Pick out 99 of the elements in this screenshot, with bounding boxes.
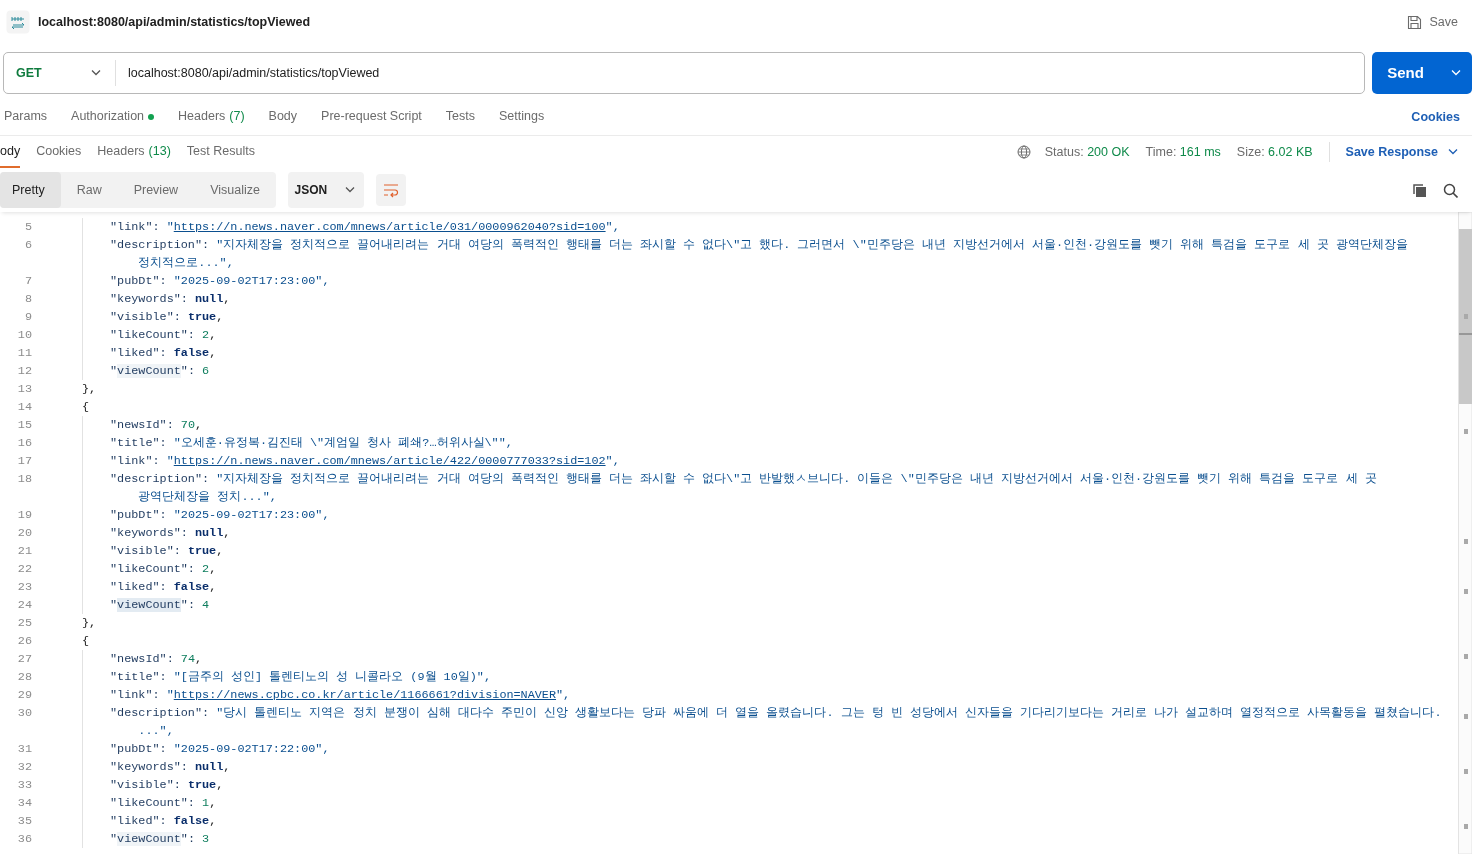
request-tab[interactable]: Settings [499, 100, 545, 135]
code-line: "link": "https://n.news.naver.com/mnews/article/422/0000777033?sid=102", [110, 453, 621, 470]
code-line: "pubDt": "2025-09-02T17:23:00", [110, 273, 331, 290]
line-number: 21 [16, 543, 32, 560]
line-number: 15 [16, 417, 32, 434]
line-number: 35 [16, 813, 32, 830]
line-number: 18 [16, 471, 32, 488]
code-line: "likeCount": 1, [110, 795, 218, 812]
code-line: "link": "https://n.news.naver.com/mnews/article/031/0000962040?sid=100", [110, 219, 621, 236]
line-number: 31 [16, 741, 32, 758]
scrollbar[interactable] [1458, 212, 1472, 854]
code-line: "keywords": null, [110, 759, 232, 776]
code-line: "visible": true, [110, 543, 225, 560]
code-link[interactable]: https://news.cpbc.co.kr/article/1166661?division=NAVER [173, 688, 557, 702]
request-tab[interactable]: Pre-request Script [321, 100, 422, 135]
line-number: 7 [23, 273, 32, 290]
code-line: }, [82, 615, 98, 632]
save-response-button[interactable]: Save Response [1345, 142, 1460, 162]
code-line: "link": "https://news.cpbc.co.kr/article/1166661?division=NAVER", [110, 687, 572, 704]
search-icon[interactable] [1443, 182, 1458, 198]
code-line: "likeCount": 2, [110, 561, 218, 578]
line-number: 23 [16, 579, 32, 596]
response-tab[interactable]: Headers (13) [97, 136, 171, 168]
copy-icon[interactable] [1412, 182, 1427, 198]
line-number: 17 [16, 453, 32, 470]
request-tab[interactable]: Tests [445, 100, 475, 135]
line-number: 8 [23, 291, 32, 308]
code-line: }, [82, 381, 98, 398]
code-line: "pubDt": "2025-09-02T17:23:00", [110, 507, 331, 524]
request-tab[interactable]: Headers (7) [178, 100, 245, 135]
line-number: 34 [16, 795, 32, 812]
code-line: "newsId": 74, [110, 651, 204, 668]
code-line: "title": "오세훈·유정복·김진태 \"계엄일 청사 폐쇄?…허위사실\"", [110, 435, 514, 452]
code-line: "description": "지자체장을 정치적으로 끌어내리려는 거대 여당의 폭력적인 행태를 더는 좌시할 수 없다\"고 반발했ㅅ브니다. 이들은 \"민주당은 내년 지방선거에서 서울·인천·강원도를 뺏기 위해 특검을 도구로 세 곳 광역단체장을 정치...", [110, 471, 1378, 506]
line-number: 19 [16, 507, 32, 524]
code-line: "keywords": null, [110, 291, 232, 308]
line-number: 36 [16, 831, 32, 848]
request-tab[interactable]: Body [268, 100, 298, 135]
cookies-link[interactable]: Cookies [1411, 108, 1460, 127]
code-link[interactable]: https://n.news.naver.com/mnews/article/031/0000962040?sid=100 [173, 220, 606, 234]
status-info: Size: 6.02 KB [1236, 143, 1313, 161]
line-number: 10 [16, 327, 32, 344]
code-line: "keywords": null, [110, 525, 232, 542]
line-number: 11 [16, 345, 32, 362]
view-mode-tab[interactable]: Pretty [0, 172, 61, 208]
code-line: "visible": true, [110, 309, 225, 326]
code-line: "viewCount": 3 [110, 831, 211, 848]
line-number: 26 [16, 633, 32, 650]
request-tab[interactable]: Authorization [71, 100, 155, 135]
line-number: 33 [16, 777, 32, 794]
line-number: 28 [16, 669, 32, 686]
http-request-icon [6, 10, 30, 34]
line-number: 6 [23, 237, 32, 254]
code-line: "viewCount": 4 [110, 597, 211, 614]
line-number: 20 [16, 525, 32, 542]
line-number: 22 [16, 561, 32, 578]
status-info: Status: 200 OK [1044, 143, 1130, 161]
code-line: "liked": false, [110, 345, 218, 362]
code-line: { [82, 633, 91, 650]
request-tab[interactable]: Params [4, 100, 48, 135]
view-mode-tab[interactable]: Visualize [194, 172, 276, 208]
method-dropdown[interactable]: GET [4, 60, 116, 86]
code-line: "viewCount": 6 [110, 363, 211, 380]
wrap-icon [382, 182, 399, 198]
code-line: "description": "지자체장을 정치적으로 끌어내리려는 거대 여당의 폭력적인 행태를 더는 좌시할 수 없다\"고 했다. 그러면서 \"민주당은 내년 지방선거에서 서울·인천·강원도를 뺏기 위해 특검을 도구로 세 곳 광역단체장을 정치적으로...", [110, 237, 1409, 272]
url-field[interactable]: localhost:8080/api/admin/statistics/topViewed [116, 63, 1364, 83]
line-number: 25 [16, 615, 32, 632]
line-number: 9 [23, 309, 32, 326]
view-mode-tab[interactable]: Preview [117, 172, 195, 208]
response-tab[interactable]: ody [0, 136, 21, 168]
response-tab[interactable]: Cookies [36, 136, 82, 168]
line-number: 13 [16, 381, 32, 398]
line-number: 16 [16, 435, 32, 452]
code-line: "visible": true, [110, 777, 225, 794]
code-link[interactable]: https://n.news.naver.com/mnews/article/422/0000777033?sid=102 [173, 454, 606, 468]
request-title: localhost:8080/api/admin/statistics/topViewed [38, 13, 312, 31]
code-line: "likeCount": 2, [110, 327, 218, 344]
code-line: "liked": false, [110, 813, 218, 830]
view-mode-tab[interactable]: Raw [60, 172, 118, 208]
code-line: "newsId": 70, [110, 417, 204, 434]
status-info: Time: 161 ms [1145, 143, 1221, 161]
format-dropdown[interactable]: JSON [287, 172, 364, 208]
code-line: "pubDt": "2025-09-02T17:22:00", [110, 741, 331, 758]
line-number: 12 [16, 363, 32, 380]
line-number: 29 [16, 687, 32, 704]
line-number: 30 [16, 705, 32, 722]
line-number: 32 [16, 759, 32, 776]
globe-icon[interactable] [1016, 145, 1031, 159]
code-line: "liked": false, [110, 579, 218, 596]
line-number: 5 [23, 219, 32, 236]
save-icon [1406, 14, 1422, 30]
code-line: { [82, 399, 91, 416]
response-tab[interactable]: Test Results [186, 136, 255, 168]
save-button[interactable]: Save [1406, 12, 1458, 32]
line-number: 24 [16, 597, 32, 614]
code-line: "description": "당시 톨렌티노 지역은 정치 분쟁이 심해 대다수 주민이 신앙 생활보다는 당파 싸움에 더 열을 올렸습니다. 그는 텅 빈 성당에서 신자들을 기다리기보다는 거리로 나가 설교하며 열정적으로 사목활동을 펼쳤습니다. ...", [110, 705, 1443, 740]
code-line: "title": "[금주의 성인] 톨렌티노의 성 니콜라오 (9월 10일)", [110, 669, 492, 686]
line-number: 27 [16, 651, 32, 668]
line-number: 14 [16, 399, 32, 416]
